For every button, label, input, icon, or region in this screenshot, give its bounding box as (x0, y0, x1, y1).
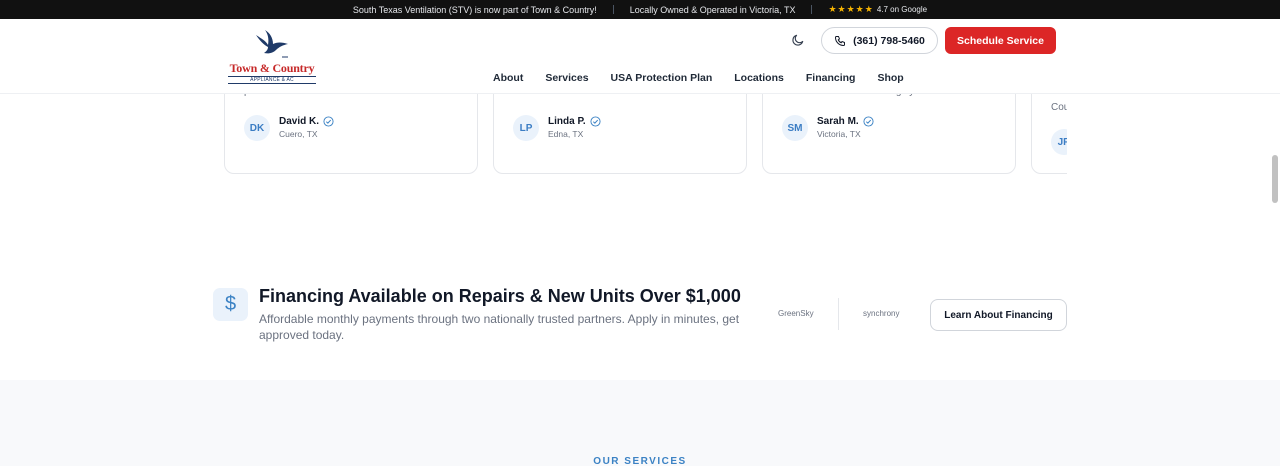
nav-services[interactable]: Services (534, 72, 599, 84)
financing-title: Financing Available on Repairs & New Uni… (259, 286, 741, 306)
learn-about-financing-button[interactable]: Learn About Financing (930, 299, 1067, 331)
divider (612, 5, 614, 14)
phone-number: (361) 798-5460 (853, 34, 925, 47)
financing-description: Affordable monthly payments through two … (259, 312, 740, 342)
testimonial-text: Cou (1051, 102, 1067, 113)
verified-check-icon (590, 116, 601, 127)
greensky-logo: GreenSky (778, 309, 814, 318)
schedule-service-button[interactable]: Schedule Service (945, 27, 1056, 54)
logo-wordmark: Town & Country (229, 61, 315, 75)
nav-financing[interactable]: Financing (795, 72, 867, 84)
avatar: JR (1051, 129, 1067, 155)
nav-about[interactable]: About (482, 72, 534, 84)
locality-text: Locally Owned & Operated in Victoria, TX (629, 4, 796, 15)
synchrony-logo: synchrony (863, 309, 900, 318)
reviewer-location: Victoria, TX (817, 129, 861, 139)
bird-logo-icon (256, 30, 288, 58)
page-scrollbar[interactable] (1272, 155, 1278, 203)
services-eyebrow: OUR SERVICES (593, 456, 687, 466)
announcement-bar: South Texas Ventilation (STV) is now par… (0, 0, 1280, 19)
services-section: OUR SERVICES (0, 380, 1280, 466)
phone-icon (835, 35, 846, 46)
reviewer-name-text: Sarah M. (817, 116, 859, 127)
nav-shop[interactable]: Shop (866, 72, 914, 84)
logo-subtitle: APPLIANCE & AC (228, 76, 316, 84)
call-phone-button[interactable]: (361) 798-5460 (821, 27, 938, 54)
main-nav: About Services USA Protection Plan Locat… (482, 72, 915, 84)
star-rating-icon: ★★★★★ (828, 4, 874, 14)
nav-locations[interactable]: Locations (723, 72, 795, 84)
brand-logo[interactable]: Town & Country APPLIANCE & AC (224, 29, 320, 85)
divider (838, 298, 839, 330)
reviewer-location: Edna, TX (548, 129, 584, 139)
reviewer-name: David K. (279, 116, 334, 127)
announcement-text: South Texas Ventilation (STV) is now par… (352, 4, 597, 15)
dark-mode-toggle[interactable] (791, 33, 807, 49)
reviewer-name-text: David K. (279, 116, 320, 127)
moon-icon (792, 34, 804, 46)
google-rating[interactable]: 4.7 on Google (877, 5, 927, 14)
reviewer-name-text: Linda P. (548, 116, 586, 127)
verified-check-icon (323, 116, 334, 127)
reviewer-location: Cuero, TX (279, 129, 318, 139)
reviewer-name: Linda P. (548, 116, 601, 127)
dollar-icon: $ (213, 288, 248, 321)
verified-check-icon (863, 116, 874, 127)
reviewer-name: Sarah M. (817, 116, 874, 127)
avatar: SM (782, 115, 808, 141)
avatar: DK (244, 115, 270, 141)
nav-usa-protection-plan[interactable]: USA Protection Plan (600, 72, 724, 84)
site-header: Town & Country APPLIANCE & AC (361) 798-… (0, 19, 1280, 94)
avatar: LP (513, 115, 539, 141)
divider (811, 5, 813, 14)
